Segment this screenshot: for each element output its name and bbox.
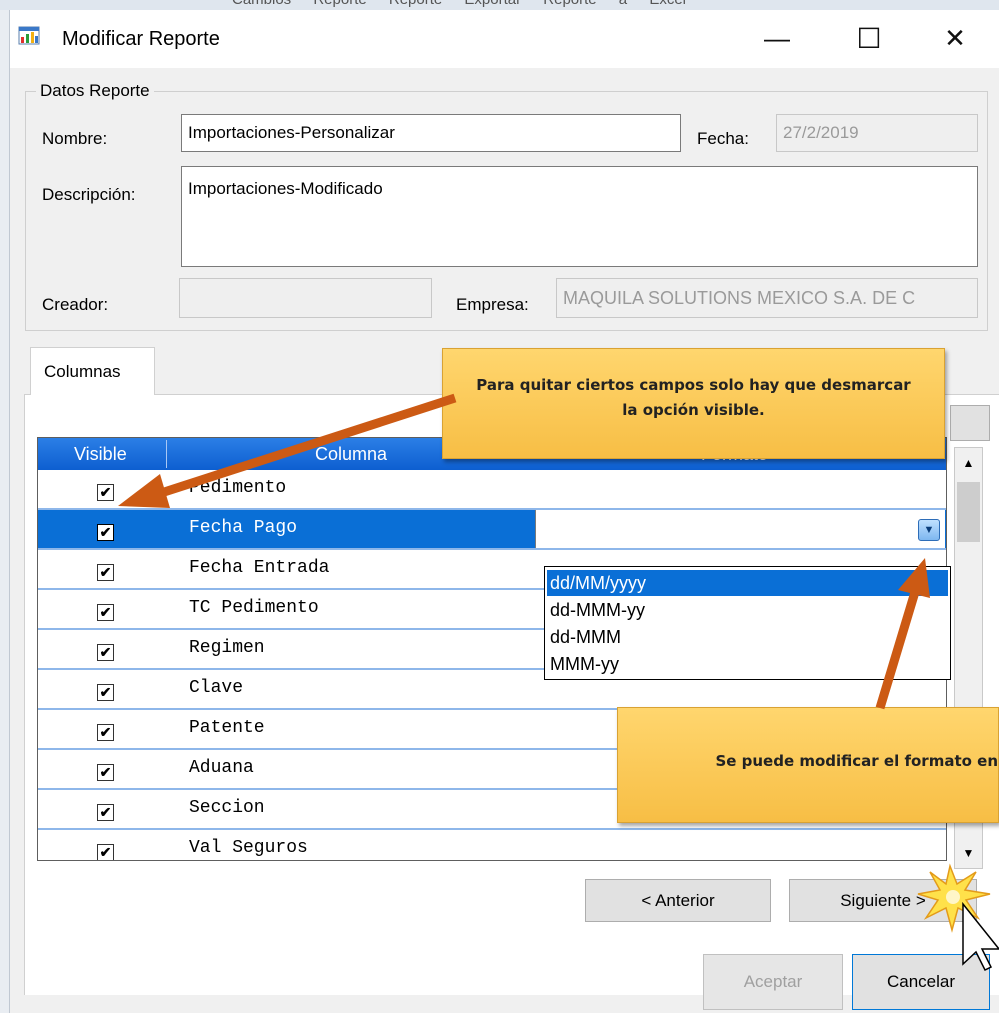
annotation-overlay: [118, 393, 999, 972]
click-burst-icon: [917, 863, 991, 933]
arrow-to-dropdown-icon: [875, 558, 930, 710]
mouse-pointer-icon: [962, 901, 999, 972]
arrow-to-checkbox-icon: [118, 393, 457, 508]
